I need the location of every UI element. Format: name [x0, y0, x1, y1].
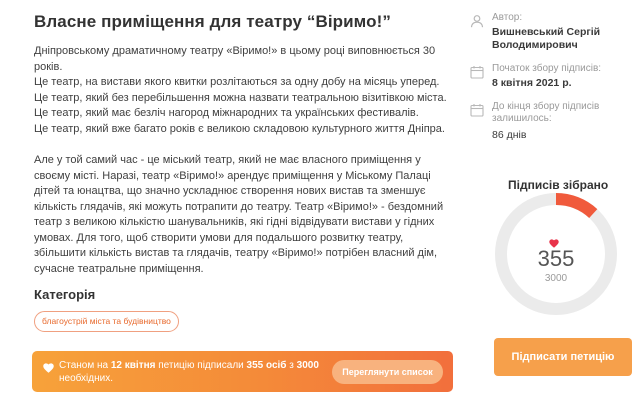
description-line: Але у той самий час - це міський театр, … [34, 154, 444, 275]
banner-text: Станом на 12 квітня петицію підписали 35… [59, 359, 349, 385]
calendar-icon [470, 66, 484, 79]
description-line: Це театр, який має безліч нагород міжнар… [34, 107, 419, 119]
petition-main: Власне приміщення для театру “Віримо!” Д… [34, 12, 454, 277]
signatures-title: Підписів зібрано [508, 178, 609, 192]
description-line: Це театр, який вже багато років є велико… [34, 122, 445, 135]
banner-text-part: необхідних. [59, 373, 113, 384]
signatures-count: 355 [537, 246, 575, 271]
banner-goal: 3000 [296, 360, 319, 371]
category-heading: Категорія [34, 287, 96, 302]
view-signers-button[interactable]: Переглянути список [332, 360, 443, 384]
banner-text-part: з [286, 360, 297, 371]
banner-date: 12 квітня [110, 360, 156, 371]
description-line: Це театр, який без перебільшення можна н… [34, 91, 447, 104]
start-date-value: 8 квітня 2021 р. [492, 77, 572, 89]
author-name-line: Володимирович [492, 39, 578, 51]
calendar-icon [470, 104, 484, 117]
description-line: Це театр, на вистави якого квитки розліт… [34, 76, 440, 88]
petition-title: Власне приміщення для театру “Віримо!” [34, 12, 391, 31]
description-paragraph-1: Дніпровському драматичному театру «Вірим… [34, 44, 454, 137]
signature-status-banner: Станом на 12 квітня петицію підписали 35… [32, 351, 453, 392]
remaining-label-line: залишилось: [492, 113, 552, 124]
signatures-goal: 3000 [544, 273, 568, 284]
sign-petition-button[interactable]: Підписати петицію [494, 338, 632, 376]
petition-description: Дніпровському драматичному театру «Вірим… [34, 44, 454, 277]
category-tag[interactable]: благоустрій міста та будівництво [34, 311, 179, 332]
heart-icon [43, 363, 54, 373]
description-line: Дніпровському драматичному театру «Вірим… [34, 45, 436, 73]
author-label: Автор: [492, 12, 523, 23]
user-icon [470, 15, 484, 28]
description-paragraph-2: Але у той самий час - це міський театр, … [34, 153, 454, 277]
banner-text-part: петицію підписали [155, 360, 247, 371]
author-name-line: Вишневський Сергій [492, 26, 601, 38]
banner-count: 355 осіб [246, 360, 287, 371]
remaining-value: 86 днів [492, 129, 527, 141]
remaining-label-line: До кінця збору підписів [492, 101, 600, 112]
banner-text-part: Станом на [59, 360, 111, 371]
start-date-label: Початок збору підписів: [492, 63, 602, 74]
